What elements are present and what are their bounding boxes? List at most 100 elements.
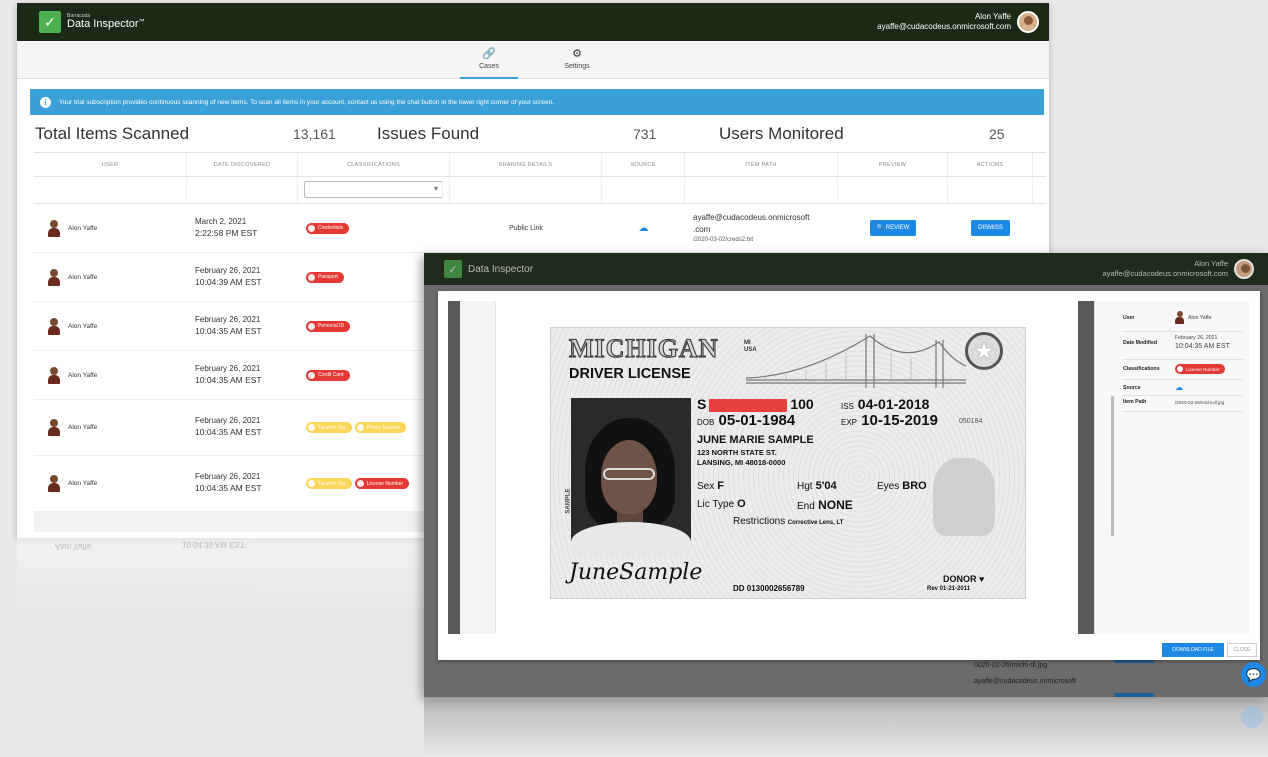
col-date[interactable]: DATE DISCOVERED [187, 153, 298, 177]
brand-name: Data Inspector™ [67, 18, 145, 30]
viewer-scrollbar[interactable] [1078, 301, 1094, 634]
user-cell: Alon Yaffe [34, 475, 187, 492]
gear-icon: ⚙ [572, 48, 582, 60]
reflection: Alon Yaffe 10:04:35 AM EST [17, 538, 437, 613]
file-details-panel: User Alon Yaffe Date Modified February 2… [1094, 301, 1249, 634]
user-avatar-icon [48, 268, 60, 286]
date-cell: February 26, 2021 10:04:39 AM EST [187, 266, 298, 288]
col-classifications[interactable]: CLASSIFICATIONS [298, 153, 450, 177]
classification-pill[interactable]: Credit Card [306, 369, 350, 381]
barracuda-logo-icon: ✓ [39, 11, 61, 33]
ghost-portrait [933, 458, 995, 536]
time-line: 10:04:35 AM EST [195, 427, 262, 438]
stats-bar: Total Items Scanned 13,161 Issues Found … [35, 120, 1015, 148]
date-cell: February 26, 2021 10:04:35 AM EST [187, 315, 298, 337]
link-icon: 🔗 [482, 48, 496, 60]
tab-cases[interactable]: 🔗 Cases [460, 47, 518, 79]
user-avatar-icon [48, 419, 60, 436]
stat-users-label: Users Monitored [719, 124, 844, 143]
filter-row [34, 177, 1046, 204]
license-photo [571, 398, 691, 556]
col-sharing[interactable]: SHARING DETAILS [450, 153, 602, 177]
stat-total-label: Total Items Scanned [35, 124, 190, 143]
close-button[interactable]: CLOSE [1227, 643, 1257, 657]
time-line: 10:04:35 AM EST [195, 374, 262, 385]
stat-issues-label: Issues Found [377, 124, 480, 143]
sharing-text: Public Link [509, 224, 543, 232]
divider [1123, 331, 1243, 332]
reflection-date: 10:04:35 AM EST [182, 540, 245, 549]
time-line: 10:04:39 AM EST [195, 276, 262, 287]
tab-settings[interactable]: ⚙ Settings [548, 47, 606, 78]
image-viewer[interactable]: MICHIGAN MI USA ★ DRIVER LICENSE SAMPLE … [448, 301, 1094, 634]
col-source[interactable]: SOURCE [602, 153, 685, 177]
reflection-user: Alon Yaffe [55, 542, 92, 551]
viewer-margin [460, 301, 496, 634]
preview-user-menu[interactable]: Alon Yaffe ayaffe@cudacodeus.onmicrosoft… [1103, 259, 1254, 279]
classification-pill[interactable]: Personal ID [306, 320, 351, 332]
classification-pill[interactable]: Taxation Tax [306, 422, 352, 433]
chat-icon[interactable]: 💬 [1241, 662, 1266, 687]
license-eyes: Eyes BRO [877, 480, 927, 492]
nav-tabs: 🔗 Cases ⚙ Settings [17, 41, 1049, 79]
detail-date-value: February 26, 2021 [1175, 335, 1218, 341]
classification-pill[interactable]: License Number [354, 478, 410, 489]
license-number: S 100 [697, 396, 814, 412]
driver-license-image: MICHIGAN MI USA ★ DRIVER LICENSE SAMPLE … [550, 327, 1026, 599]
avatar[interactable] [1017, 11, 1039, 33]
detail-user: User Alon Yaffe [1123, 311, 1243, 324]
classification-pill[interactable]: Credentials [306, 222, 350, 234]
col-preview[interactable]: PREVIEW [838, 153, 948, 177]
license-sample-mark: SAMPLE [565, 488, 572, 514]
dismiss-button[interactable]: DISMISS [971, 220, 1010, 236]
avatar[interactable] [1234, 259, 1254, 279]
divider [1123, 379, 1243, 380]
date-cell: February 26, 2021 10:04:35 AM EST [187, 416, 298, 438]
details-scrollbar[interactable] [1111, 396, 1114, 536]
date-line: February 26, 2021 [195, 416, 261, 426]
license-country: MI USA [744, 340, 757, 353]
banner-text: Your trial subscription provides continu… [59, 98, 554, 106]
classification-pill[interactable]: Phone Number [354, 422, 407, 433]
license-end: End NONE [797, 498, 853, 512]
table-header: USER DATE DISCOVERED CLASSIFICATIONS SHA… [34, 153, 1046, 177]
redaction-bar [709, 398, 788, 412]
col-actions[interactable]: ACTIONS [948, 153, 1033, 177]
classification-pill[interactable]: Taxation Tax [306, 478, 352, 489]
detail-path-label: Item Path [1123, 399, 1147, 405]
barracuda-logo-icon: ✓ [444, 260, 462, 278]
user-name: Alon Yaffe [68, 273, 98, 281]
license-height: Hgt 5'04 [797, 480, 837, 492]
date-line: February 26, 2021 [195, 472, 261, 482]
col-path[interactable]: ITEM PATH [685, 153, 838, 177]
path-cell: ayaffe@cudacodeus.onmicrosoft .com/2020-0… [685, 212, 838, 245]
license-donor-date: Rev 01-21-2011 [927, 586, 971, 592]
classification-filter-select[interactable] [304, 181, 443, 198]
download-file-button[interactable]: DOWNLOAD FILE [1162, 643, 1224, 657]
onedrive-cloud-icon: ☁ [1175, 383, 1183, 392]
detail-source: Source ☁ [1123, 383, 1243, 392]
chat-reflection [1241, 706, 1263, 728]
review-button[interactable]: 🔍 REVIEW [869, 220, 917, 236]
user-menu[interactable]: Alon Yaffe ayaffe@cudacodeus.onmicrosoft… [877, 11, 1039, 33]
license-name: JUNE MARIE SAMPLE [697, 434, 814, 446]
user-avatar-icon [1175, 311, 1184, 324]
sharing-cell: Public Link [450, 225, 602, 232]
detail-date-label: Date Modified [1123, 340, 1158, 347]
table-row[interactable]: Alon Yaffe March 2, 2021 2:22:58 PM EST Cre… [34, 204, 1046, 253]
source-cell: ☁ [602, 223, 685, 234]
license-dd: DD 0130002656789 [733, 584, 805, 593]
preview-window: ✓ Data Inspector Alon Yaffe ayaffe@cudac… [424, 253, 1268, 697]
user-cell: Alon Yaffe [34, 219, 187, 237]
path-line: /2020-03-02/creds2.txt [693, 236, 754, 243]
stat-users-value: 25 [989, 126, 1005, 142]
user-name: Alon Yaffe [68, 480, 98, 487]
col-user[interactable]: USER [34, 153, 187, 177]
brand[interactable]: ✓ Barracuda Data Inspector™ [39, 11, 145, 33]
license-state: MICHIGAN [568, 333, 719, 363]
user-cell: Alon Yaffe [34, 419, 187, 436]
preview-brand: ✓ Data Inspector [444, 260, 533, 278]
classification-pill[interactable]: Passport [306, 271, 344, 283]
time-line: 2:22:58 PM EST [195, 227, 258, 238]
preview-reflection [424, 697, 1268, 757]
